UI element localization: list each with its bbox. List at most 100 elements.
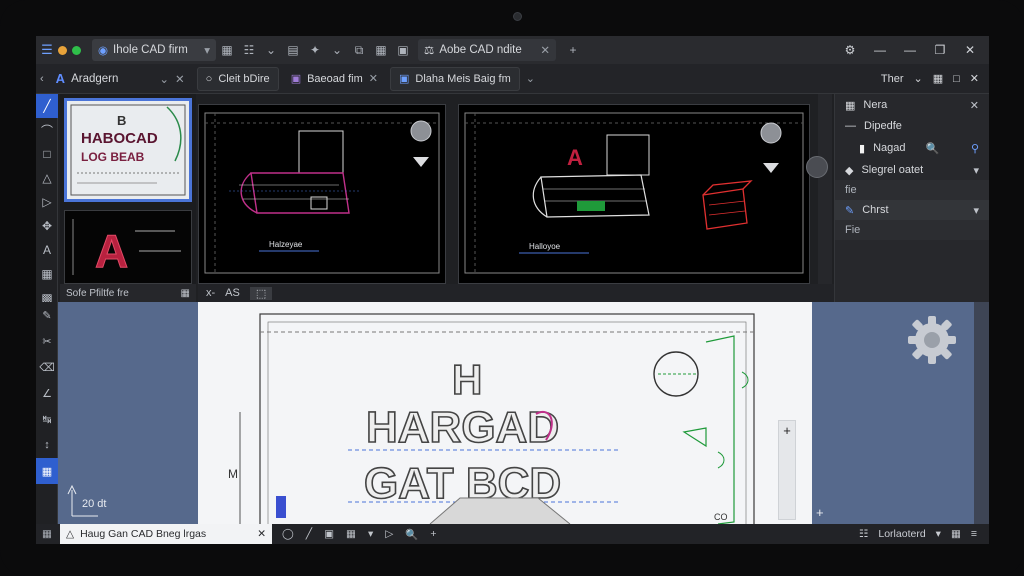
tab-doc[interactable]: ⚖ Aobe CAD ndite ✕ [418,39,556,61]
file-tab-1[interactable]: ○ Cleit bDire [196,66,279,91]
properties-title: Nera [863,99,888,111]
close-icon[interactable]: ✕ [175,72,185,86]
dropdown-2[interactable]: ✎ Chrst ▾ [835,200,989,220]
polar-icon[interactable]: ▣ [324,528,334,541]
document-icon[interactable]: ▤ [282,39,304,61]
plus-icon[interactable]: + [816,505,824,520]
fullscreen-icon[interactable]: ▦ [951,528,961,540]
chevron-down-icon[interactable]: ▾ [204,43,210,57]
camera-dot [513,12,522,21]
arc-tool-icon[interactable]: ⌒ [36,118,58,142]
tool-icon[interactable]: ✦ [304,39,326,61]
plus-icon[interactable]: + [779,421,795,441]
close-icon[interactable]: ✕ [369,72,378,85]
maximize-dot[interactable] [72,45,81,55]
angle-tool-icon[interactable]: ∠ [36,380,58,406]
frame-icon[interactable]: ▣ [392,39,414,61]
move-tool-icon[interactable]: ✥ [36,214,58,238]
app-menu-icon[interactable]: ☰ [36,36,58,64]
zoom-slider[interactable]: + [778,420,796,520]
properties-item[interactable]: ▮ Nagad 🔍 ⚲ [835,136,989,160]
polyline-tool-icon[interactable]: △ [36,166,58,190]
file-tab-2[interactable]: ▣ Baeoad fim ✕ [283,67,386,91]
restore-icon[interactable]: ❐ [927,43,953,57]
close-window-icon[interactable]: ✕ [957,43,983,57]
new-tab-button[interactable]: + [562,39,584,61]
chevron-down-icon[interactable]: ⌄ [260,39,282,61]
pencil-tool-icon[interactable]: ✎ [36,302,58,328]
copy-icon[interactable]: ⧉ [348,39,370,61]
dimension-tool-icon[interactable]: ↹ [36,406,58,432]
viewport-left[interactable]: Halzeyae [198,104,446,284]
svg-text:A: A [95,225,128,277]
layers-icon[interactable]: ▦ [216,39,238,61]
thumbnail-2[interactable]: A [64,210,192,284]
line-tool-icon[interactable]: ╱ [36,94,58,118]
zoom-icon[interactable]: ⚲ [971,142,979,155]
cad-file-icon: ⚖ [424,45,435,57]
tab-main[interactable]: ◉ Ihole CAD firm ▾ [92,39,216,61]
close-icon[interactable]: ✕ [540,43,550,57]
close-icon[interactable]: ✕ [257,528,266,540]
ortho-icon[interactable]: ╱ [306,528,312,541]
close-icon[interactable]: ✕ [970,72,979,85]
osnap-icon[interactable]: ▦ [346,528,356,541]
search-icon[interactable]: 🔍 [925,142,939,155]
restore-icon[interactable]: □ [953,73,960,85]
thumbnail-1[interactable]: B HABOCAD LOG BEAB [64,98,192,202]
file-tab-3[interactable]: ▣ Dlaha Meis Baig fm [389,66,520,91]
add-icon[interactable]: + [430,528,436,541]
minimize-alt-icon[interactable]: — [897,43,923,57]
viewport-scrollbar[interactable] [818,94,832,284]
trim-tool-icon[interactable]: ✂ [36,328,58,354]
chevron-left-icon[interactable]: ‹ [36,73,48,85]
text-tool-icon[interactable]: A [36,238,58,262]
status-doc-tab[interactable]: △ Haug Gan CAD Bneg lrgas ✕ [60,524,272,544]
chevron-down-icon[interactable]: ⌄ [526,72,535,85]
viewport-frame-icon[interactable]: ⬚ [249,286,273,300]
minimize-icon[interactable]: — [867,43,893,57]
chevron-down-icon[interactable]: ⌄ [914,72,923,85]
chevron-down-icon[interactable]: ▾ [368,528,373,541]
snap-icon[interactable]: ◯ [282,528,294,541]
viewport-right-drawing: A Halloyoe [464,112,804,274]
viewport-right[interactable]: A Halloyoe [458,104,810,284]
section-header[interactable]: — Dipedfe [835,116,989,136]
theme-label[interactable]: Ther [881,73,904,85]
close-icon[interactable]: ✕ [970,99,979,112]
paste-icon[interactable]: ▦ [370,39,392,61]
grid-icon[interactable]: ▦ [181,288,190,299]
settings-gear-icon[interactable] [906,314,958,366]
workspace-selector[interactable]: A Aradgern ⌄ ✕ [48,64,193,94]
dropdown-1[interactable]: ◆ Slegrel oatet ▾ [835,160,989,180]
status-icons: ◯ ╱ ▣ ▦ ▾ ▷ 🔍 + [272,528,437,541]
chevron-down-icon[interactable]: ⌄ [159,72,169,86]
customize-icon[interactable]: ≡ [971,528,977,540]
layer-tool-icon[interactable]: ▦ [36,262,58,286]
measure-tool-icon[interactable]: ↕ [36,432,58,458]
field-2[interactable]: Fie [835,220,989,240]
erase-tool-icon[interactable]: ⌫ [36,354,58,380]
drawing-paper[interactable]: M H HARGAD GAT BCD CO [198,302,812,524]
select-cycle-icon[interactable]: ▷ [385,528,393,541]
layer-manager-icon[interactable]: ▦ [36,458,58,484]
chevron-down-icon[interactable]: ▾ [936,528,941,540]
minimize-dot[interactable] [58,45,67,55]
select-tool-icon[interactable]: ▷ [36,190,58,214]
axis-toggle-icon[interactable]: x- [206,287,215,299]
chevron-down-icon[interactable]: ⌄ [326,39,348,61]
settings-gear-icon[interactable]: ⚙ [837,43,863,57]
navigation-wheel-icon[interactable] [806,156,828,178]
status-right-label[interactable]: Lorlaoterd [878,528,925,540]
model-space-left[interactable] [58,302,198,524]
grid-icon[interactable]: ☷ [238,39,260,61]
zoom-icon[interactable]: 🔍 [405,528,418,541]
field-1[interactable]: fie [835,180,989,200]
main-scrollbar[interactable] [974,302,989,524]
panel-icon[interactable]: ▦ [933,72,943,85]
grid-icon[interactable]: ☷ [859,528,868,540]
field-2-label: Fie [845,224,861,236]
layout-icon[interactable]: ▦ [42,528,52,540]
rect-tool-icon[interactable]: □ [36,142,58,166]
annotation-scale-icon[interactable]: AS [225,287,240,299]
